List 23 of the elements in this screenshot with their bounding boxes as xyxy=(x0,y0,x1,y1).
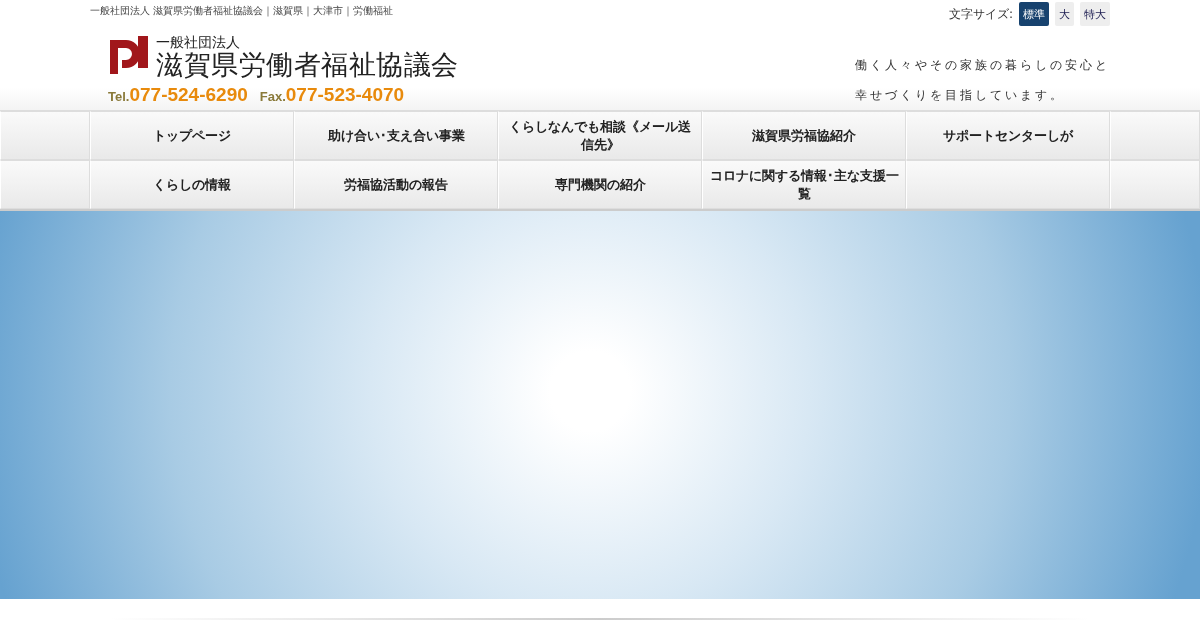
logo-subtitle: 一般社団法人 xyxy=(156,34,241,50)
organization-name: 滋賀県労働者福祉協議会 xyxy=(156,50,459,80)
tel-number: 077-524-6290 xyxy=(129,84,248,105)
tagline: 働く人々やその家族の暮らしの安心と xyxy=(855,57,1110,74)
font-size-label: 文字サイズ: xyxy=(948,5,1013,23)
font-size-button[interactable]: 大 xyxy=(1055,2,1074,26)
nav-link[interactable]: 助け合い･支え合い事業 xyxy=(294,111,498,160)
nav-link[interactable]: 滋賀県労福協紹介 xyxy=(702,111,906,160)
fax-number: 077-523-4070 xyxy=(285,84,405,105)
font-size-button[interactable]: 標準 xyxy=(1019,2,1049,26)
nav-link[interactable]: 労福協活動の報告 xyxy=(294,160,498,209)
logo-mark-icon xyxy=(108,34,150,74)
nav-link[interactable]: サポートセンターしが xyxy=(906,111,1110,160)
nav-link[interactable]: くらしの情報 xyxy=(90,160,294,209)
fax-label: Fax. xyxy=(259,89,286,104)
tel-label: Tel. xyxy=(108,89,130,104)
nav-link[interactable]: 専門機関の紹介 xyxy=(498,160,702,209)
nav-link[interactable]: くらしなんでも相談《メール送信先》 xyxy=(498,111,702,160)
font-size-button[interactable]: 特大 xyxy=(1080,2,1110,26)
site-description: 一般社団法人 滋賀県労働者福祉協議会｜滋賀県｜大津市｜労働福祉 xyxy=(90,4,395,18)
tagline: 幸せづくりを目指しています。 xyxy=(855,87,1066,104)
nav-link[interactable]: トップページ xyxy=(90,111,294,160)
nav-link[interactable]: コロナに関する情報･主な支援一覧 xyxy=(702,160,906,209)
